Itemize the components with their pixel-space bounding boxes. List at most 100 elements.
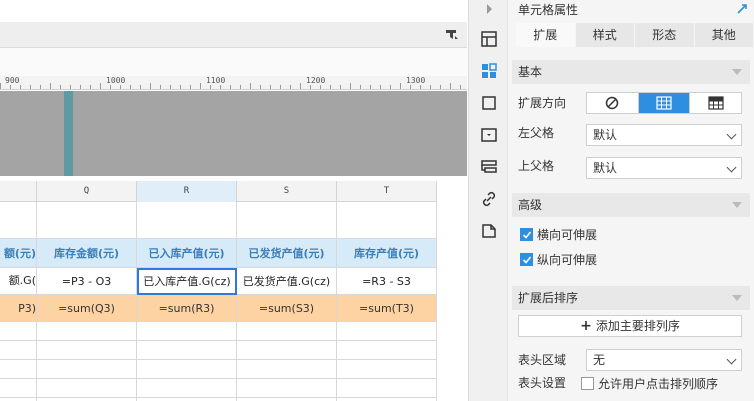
hyperlink-icon[interactable] — [480, 190, 498, 208]
horizontal-stretch-row[interactable]: 横向可伸展 — [520, 226, 597, 243]
header-cell[interactable]: 库存金额(元) — [37, 239, 137, 268]
data-cell[interactable]: 额.G( — [0, 268, 37, 295]
column-header-prev[interactable] — [0, 181, 37, 202]
chevron-down-icon — [732, 295, 742, 301]
allow-sort-row[interactable]: 允许用户点击排列顺序 — [581, 375, 718, 392]
page-boundary-bar — [64, 91, 73, 176]
vertical-stretch-label: 纵向可伸展 — [537, 253, 598, 267]
border-icon[interactable] — [480, 94, 498, 112]
tab-other[interactable]: 其他 — [694, 23, 754, 47]
cell-properties-icon[interactable] — [480, 62, 498, 80]
ruler-label: 1300 — [406, 76, 426, 85]
ruler-tick — [310, 85, 311, 89]
header-area-label: 表头区域 — [518, 353, 567, 367]
chevron-down-icon — [732, 202, 742, 208]
tab-form[interactable]: 形态 — [635, 23, 695, 47]
section-sorting-label: 扩展后排序 — [518, 291, 579, 305]
tab-style[interactable]: 样式 — [575, 23, 635, 47]
data-cell[interactable]: 已发货产值.G(cz) — [237, 268, 337, 295]
ruler-tick — [240, 85, 241, 89]
top-parent-select[interactable]: 默认 — [586, 157, 742, 179]
data-cell[interactable]: =P3 - O3 — [37, 268, 137, 295]
expand-panel-icon[interactable] — [736, 3, 748, 15]
ruler-tick — [290, 85, 291, 89]
section-basic[interactable]: 基本 — [512, 60, 750, 84]
ruler-label: 1200 — [306, 76, 326, 85]
section-sorting[interactable]: 扩展后排序 — [512, 286, 750, 310]
header-cell[interactable]: 已发货产值(元) — [237, 239, 337, 268]
check-icon — [522, 255, 531, 264]
panel-tabs: 扩展 样式 形态 其他 — [516, 23, 754, 47]
column-header-t[interactable]: T — [337, 181, 437, 202]
ruler-tick — [160, 85, 161, 89]
ruler-tick — [450, 83, 451, 89]
header-cell[interactable]: 已入库产值(元) — [137, 239, 237, 268]
column-header-q[interactable]: Q — [37, 181, 137, 202]
ruler-tick — [440, 85, 441, 89]
condition-icon[interactable] — [480, 158, 498, 176]
section-basic-label: 基本 — [518, 65, 543, 79]
plus-icon: + — [580, 318, 592, 334]
horizontal-expand-icon — [708, 96, 724, 110]
left-parent-label: 左父格 — [518, 126, 555, 140]
ruler-tick — [20, 85, 21, 89]
data-icon[interactable] — [480, 222, 498, 240]
sum-cell[interactable]: P3) — [0, 295, 37, 322]
ruler-tick — [460, 85, 461, 89]
grid-cell[interactable] — [337, 202, 437, 239]
left-parent-select[interactable]: 默认 — [586, 124, 742, 146]
grid-cell[interactable] — [0, 202, 37, 239]
ruler-tick — [140, 85, 141, 89]
header-cell[interactable]: 库存产值(元) — [337, 239, 437, 268]
ruler-label: 1100 — [206, 76, 226, 85]
filter-corner-icon[interactable] — [445, 28, 459, 42]
ruler-tick — [360, 85, 361, 89]
column-header-s[interactable]: S — [237, 181, 337, 202]
header-cell[interactable]: 额(元) — [0, 239, 37, 268]
ruler-tick — [180, 85, 181, 89]
ruler-tick — [330, 85, 331, 89]
vertical-stretch-checkbox[interactable] — [520, 253, 533, 266]
empty-grid-area[interactable] — [0, 322, 467, 401]
chevron-down-icon — [726, 129, 737, 140]
add-primary-sort-label: 添加主要排列序 — [595, 319, 680, 333]
grid-cell[interactable] — [137, 202, 237, 239]
cell-layout-icon[interactable] — [480, 30, 498, 48]
ruler-tick — [170, 85, 171, 89]
horizontal-stretch-checkbox[interactable] — [520, 228, 533, 241]
ruler-tick — [340, 85, 341, 89]
allow-sort-checkbox[interactable] — [581, 377, 594, 390]
vertical-stretch-row[interactable]: 纵向可伸展 — [520, 251, 597, 268]
ruler-tick — [60, 85, 61, 89]
sum-cell[interactable]: =sum(S3) — [237, 295, 337, 322]
add-primary-sort-button[interactable]: + 添加主要排列序 — [518, 315, 742, 337]
section-advanced[interactable]: 高级 — [512, 193, 750, 217]
column-header-r[interactable]: R — [137, 181, 237, 202]
direction-horizontal-button[interactable] — [690, 93, 741, 113]
ruler-tick — [220, 85, 221, 89]
canvas-toolbar — [0, 22, 467, 48]
cell-properties-panel: 单元格属性 扩展 样式 形态 其他 基本 扩展方向 左父格 默认 上父格 默认 … — [508, 0, 754, 401]
grid-cell[interactable] — [237, 202, 337, 239]
top-parent-label: 上父格 — [518, 159, 555, 173]
ruler-area — [0, 48, 467, 76]
ruler-tick — [370, 85, 371, 89]
ruler-tick — [270, 85, 271, 89]
selected-data-cell[interactable]: 已入库产值.G(cz) — [137, 268, 237, 295]
tab-expand[interactable]: 扩展 — [516, 23, 576, 47]
ruler-tick — [200, 83, 201, 89]
direction-vertical-button[interactable] — [638, 93, 691, 113]
header-area-select[interactable]: 无 — [586, 349, 742, 371]
ruler-tick — [300, 83, 301, 89]
data-cell[interactable]: =R3 - S3 — [337, 268, 437, 295]
grid-cell[interactable] — [37, 202, 137, 239]
sum-cell[interactable]: =sum(R3) — [137, 295, 237, 322]
ruler-tick — [100, 83, 101, 89]
sum-cell[interactable]: =sum(T3) — [337, 295, 437, 322]
sum-cell[interactable]: =sum(Q3) — [37, 295, 137, 322]
collapse-arrow-icon[interactable] — [480, 0, 498, 18]
widget-icon[interactable] — [480, 126, 498, 144]
ruler-tick — [260, 85, 261, 89]
ruler-tick — [110, 85, 111, 89]
direction-none-button[interactable] — [587, 93, 639, 113]
